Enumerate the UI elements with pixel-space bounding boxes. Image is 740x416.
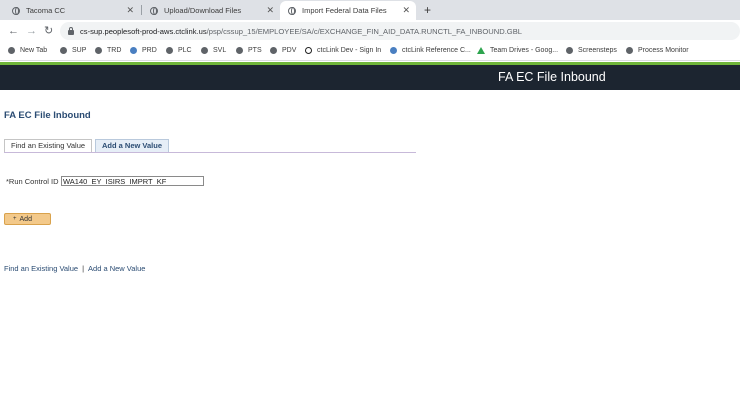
bottom-links: Find an Existing Value | Add a New Value — [4, 264, 145, 273]
bookmark-label: PRD — [142, 47, 157, 54]
tab-find-existing-value[interactable]: Find an Existing Value — [4, 139, 93, 152]
ctclink-icon — [390, 47, 397, 54]
globe-icon — [12, 6, 20, 15]
bookmark-label: PTS — [248, 47, 262, 54]
browser-tab-tacoma-cc[interactable]: Tacoma CC ✕ — [4, 1, 140, 20]
globe-icon — [166, 47, 173, 54]
url-text[interactable]: cs-sup.peoplesoft-prod-aws.ctclink.us/ps… — [80, 27, 522, 36]
bookmark-prd[interactable]: PRD — [130, 47, 157, 54]
bookmark-team-drives[interactable]: Team Drives - Goog... — [477, 47, 558, 54]
add-button[interactable]: + Add — [4, 213, 51, 225]
bookmarks-bar: New Tab SUP TRD PRD PLC SVL PTS PDV ctcL… — [0, 42, 740, 61]
reload-button[interactable]: ↻ — [44, 24, 53, 38]
bookmark-label: SUP — [72, 47, 87, 54]
app-header: FA EC File Inbound — [0, 65, 740, 90]
url-host: cs-sup.peoplesoft-prod-aws.ctclink.us — [80, 26, 207, 36]
globe-icon — [270, 47, 277, 54]
ctclink-icon — [130, 47, 137, 54]
new-tab-button[interactable]: + — [424, 3, 431, 17]
bookmark-sup[interactable]: SUP — [60, 47, 86, 54]
bookmark-ctclink-reference[interactable]: ctcLink Reference C... — [390, 47, 471, 54]
browser-tab-upload-download[interactable]: Upload/Download Files ✕ — [142, 1, 280, 20]
tab-title: Upload/Download Files — [164, 6, 242, 15]
globe-icon — [150, 6, 158, 15]
bookmark-pdv[interactable]: PDV — [270, 47, 296, 54]
close-icon[interactable]: ✕ — [126, 5, 134, 16]
add-button-label: Add — [19, 215, 32, 223]
header-title: FA EC File Inbound — [498, 70, 606, 84]
bookmark-label: ctcLink Dev - Sign In — [317, 47, 382, 54]
lock-icon — [68, 26, 74, 35]
run-control-id-label: *Run Control ID — [6, 177, 59, 186]
url-path: /psp/cssup_15/EMPLOYEE/SA/c/EXCHANGE_FIN… — [206, 26, 523, 36]
close-icon[interactable]: ✕ — [402, 5, 410, 16]
address-bar[interactable]: cs-sup.peoplesoft-prod-aws.ctclink.us/ps… — [60, 22, 740, 40]
browser-tab-import-federal[interactable]: Import Federal Data Files ✕ — [280, 1, 416, 20]
bookmark-label: New Tab — [20, 47, 48, 54]
forward-button[interactable]: → — [26, 24, 37, 38]
ring-icon — [305, 47, 312, 54]
back-button[interactable]: ← — [8, 24, 19, 38]
globe-icon — [95, 47, 102, 54]
tab-title: Import Federal Data Files — [302, 6, 387, 15]
bookmark-trd[interactable]: TRD — [95, 47, 121, 54]
globe-icon — [288, 6, 296, 15]
bookmark-new-tab[interactable]: New Tab — [8, 47, 47, 54]
bookmark-plc[interactable]: PLC — [166, 47, 192, 54]
find-existing-value-link[interactable]: Find an Existing Value — [4, 264, 78, 273]
bookmark-label: ctcLink Reference C... — [402, 47, 471, 54]
page-title: FA EC File Inbound — [4, 110, 91, 121]
bookmark-ctclink-dev[interactable]: ctcLink Dev - Sign In — [305, 47, 381, 54]
run-control-id-input[interactable] — [61, 176, 204, 186]
globe-icon — [566, 47, 573, 54]
globe-icon — [8, 47, 15, 54]
tab-title: Tacoma CC — [26, 6, 66, 15]
bookmark-label: Team Drives - Goog... — [490, 47, 559, 54]
bookmark-label: PDV — [282, 47, 297, 54]
close-icon[interactable]: ✕ — [266, 5, 274, 16]
globe-icon — [60, 47, 67, 54]
bookmark-label: Screensteps — [578, 47, 617, 54]
bookmark-label: Process Monitor — [638, 47, 689, 54]
add-new-value-link[interactable]: Add a New Value — [88, 264, 145, 273]
bookmark-label: PLC — [178, 47, 192, 54]
bookmark-svl[interactable]: SVL — [201, 47, 226, 54]
drive-icon — [477, 47, 485, 54]
bookmark-label: TRD — [107, 47, 122, 54]
globe-icon — [626, 47, 633, 54]
browser-toolbar: ← → ↻ cs-sup.peoplesoft-prod-aws.ctclink… — [0, 20, 740, 42]
bookmark-screensteps[interactable]: Screensteps — [566, 47, 617, 54]
link-separator: | — [82, 264, 85, 273]
bookmark-label: SVL — [213, 47, 227, 54]
globe-icon — [236, 47, 243, 54]
tab-underline — [4, 152, 416, 153]
tab-add-new-value[interactable]: Add a New Value — [95, 139, 170, 152]
browser-tab-strip: Tacoma CC ✕ Upload/Download Files ✕ Impo… — [0, 0, 740, 20]
bookmark-pts[interactable]: PTS — [236, 47, 262, 54]
globe-icon — [201, 47, 208, 54]
plus-icon: + — [13, 216, 17, 222]
bookmark-process-monitor[interactable]: Process Monitor — [626, 47, 689, 54]
